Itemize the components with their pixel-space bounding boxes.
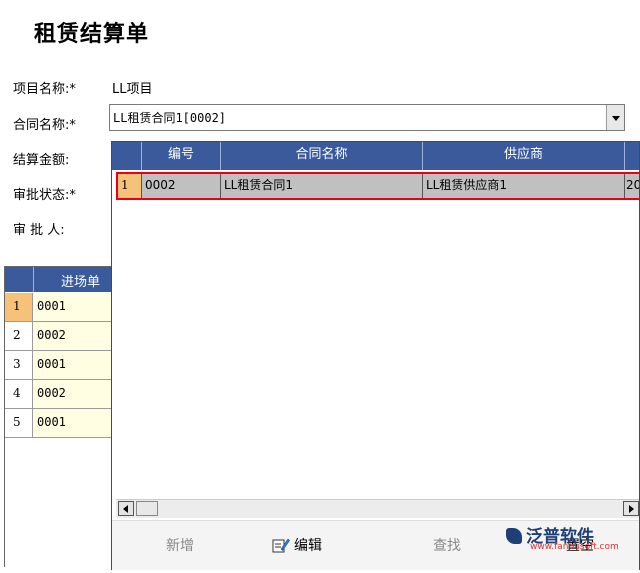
table-cell[interactable]: 0001 <box>33 293 115 321</box>
table-row[interactable]: 5 0001 <box>5 409 115 438</box>
project-label: 项目名称:* <box>13 82 76 97</box>
brand-watermark: 泛普软件 www.fanpusoft.com <box>506 522 619 552</box>
edit-label: 编辑 <box>294 538 322 554</box>
add-button[interactable]: 新增 <box>166 535 194 555</box>
find-button[interactable]: 查找 <box>433 535 461 555</box>
brand-url: www.fanpusoft.com <box>530 542 619 552</box>
header-corner <box>112 142 142 170</box>
approver-label: 审 批 人: <box>13 223 65 238</box>
option-supplier[interactable]: LL租赁供应商1 <box>423 172 625 198</box>
contract-option-row[interactable]: 1 0002 LL租赁合同1 LL租赁供应商1 20 <box>118 172 639 198</box>
brand-logo-icon <box>506 528 522 544</box>
scroll-left-icon[interactable] <box>118 501 134 516</box>
row-number: 2 <box>5 322 33 350</box>
table-row[interactable]: 2 0002 <box>5 322 115 351</box>
scroll-thumb[interactable] <box>136 501 158 516</box>
status-label: 审批状态:* <box>13 188 76 203</box>
option-contract-name[interactable]: LL租赁合同1 <box>221 172 423 198</box>
row-number: 5 <box>5 409 33 437</box>
row-number: 4 <box>5 380 33 408</box>
dropdown-header: 编号 合同名称 供应商 <box>112 142 639 170</box>
entry-grid-header: 进场单 <box>5 267 115 292</box>
grid-corner <box>5 267 34 292</box>
row-number: 1 <box>118 172 142 198</box>
table-cell[interactable]: 0001 <box>33 409 115 437</box>
row-number: 3 <box>5 351 33 379</box>
edit-button[interactable]: 编辑 <box>272 535 322 555</box>
option-code[interactable]: 0002 <box>142 172 221 198</box>
table-row[interactable]: 1 0001 <box>5 293 115 322</box>
contract-select[interactable]: LL租赁合同1[0002] <box>109 104 625 131</box>
row-number: 1 <box>5 293 33 321</box>
column-contract-name[interactable]: 合同名称 <box>221 142 423 170</box>
table-row[interactable]: 4 0002 <box>5 380 115 409</box>
scroll-right-icon[interactable] <box>623 501 639 516</box>
table-cell[interactable]: 0001 <box>33 351 115 379</box>
contract-label: 合同名称:* <box>13 118 76 133</box>
contract-select-value: LL租赁合同1[0002] <box>113 111 227 125</box>
table-row[interactable]: 3 0001 <box>5 351 115 380</box>
contract-dropdown: 编号 合同名称 供应商 1 0002 LL租赁合同1 LL租赁供应商1 20 新… <box>111 141 640 570</box>
option-extra[interactable]: 20 <box>625 172 639 198</box>
amount-label: 结算金额: <box>13 153 70 168</box>
entry-grid: 进场单 1 0001 2 0002 3 0001 4 0002 5 0001 <box>4 266 115 567</box>
page-title: 租赁结算单 <box>34 21 150 47</box>
column-code[interactable]: 编号 <box>142 142 221 170</box>
entry-grid-column: 进场单 <box>61 275 101 290</box>
table-cell[interactable]: 0002 <box>33 380 115 408</box>
table-cell[interactable]: 0002 <box>33 322 115 350</box>
column-extra[interactable] <box>625 142 639 170</box>
horizontal-scrollbar[interactable] <box>116 499 639 518</box>
chevron-down-icon[interactable] <box>606 105 624 130</box>
project-value: LL项目 <box>112 82 153 97</box>
edit-icon <box>272 538 290 553</box>
column-supplier[interactable]: 供应商 <box>423 142 625 170</box>
